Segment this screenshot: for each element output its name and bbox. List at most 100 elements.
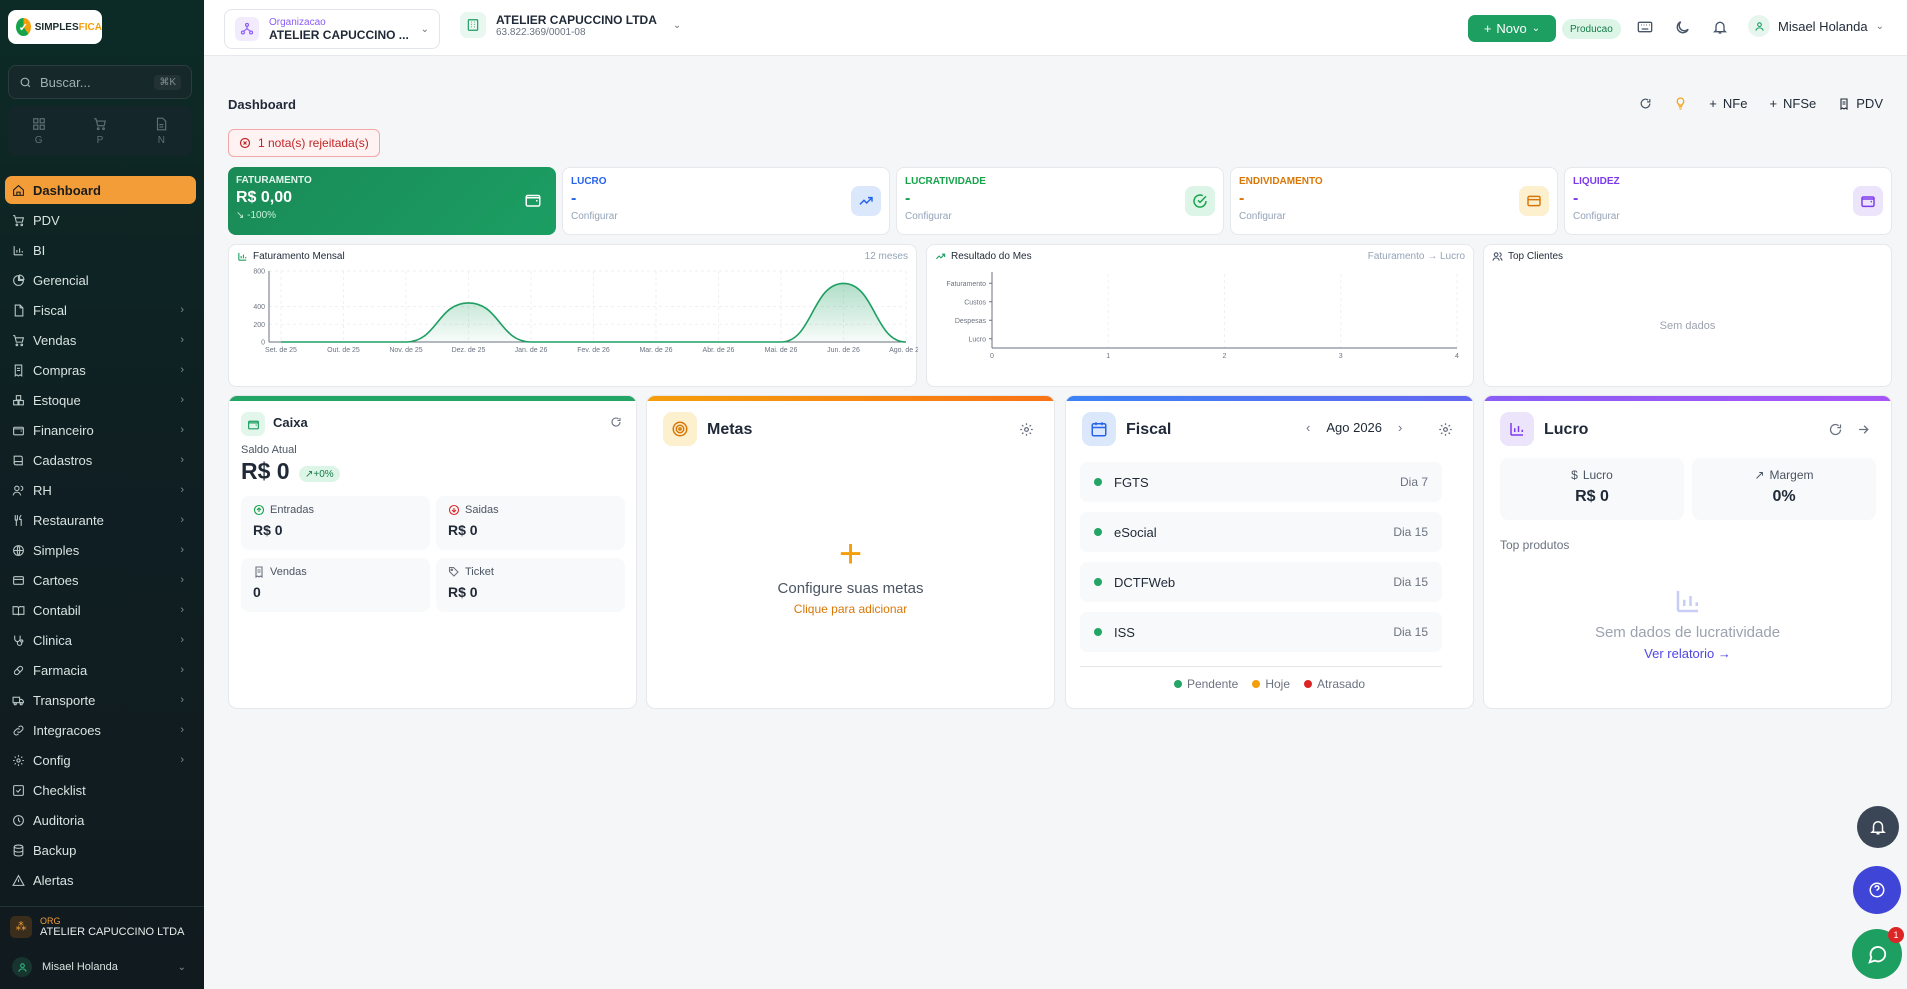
document-icon — [157, 117, 167, 130]
wallet-icon — [1853, 186, 1883, 216]
card-icon — [13, 575, 24, 585]
user-avatar-icon — [12, 957, 32, 977]
add-metas-link[interactable]: Clique para adicionar — [647, 602, 1054, 616]
company-selector[interactable]: ATELIER CAPUCCINO LTDA 63.822.369/0001-0… — [460, 12, 681, 38]
sidebar-item-label: Financeiro — [33, 422, 94, 438]
lucro-widget: Lucro $ Lucro R$ 0 ↗ Margem 0% Top produto… — [1483, 395, 1892, 709]
sidebar-item-cartoes[interactable]: Cartoes › — [5, 566, 196, 594]
metas-settings-button[interactable] — [1019, 422, 1034, 437]
sidebar-item-pdv[interactable]: PDV — [5, 206, 196, 234]
sidebar-item-farmacia[interactable]: Farmacia › — [5, 656, 196, 684]
fiscal-obligation-row[interactable]: ISS Dia 15 — [1080, 612, 1442, 652]
sidebar-user[interactable]: Misael Holanda ⌄ — [0, 952, 204, 982]
keyboard-icon[interactable] — [1637, 19, 1653, 35]
x-tick-label: Jun. de 26 — [827, 347, 860, 354]
chevron-right-icon: › — [180, 694, 184, 706]
cart-icon — [94, 117, 106, 130]
sidebar-item-contabil[interactable]: Contabil › — [5, 596, 196, 624]
sidebar-item-auditoria[interactable]: Auditoria — [5, 806, 196, 834]
sidebar-item-cadastros[interactable]: Cadastros › — [5, 446, 196, 474]
fiscal-obligation-row[interactable]: DCTFWeb Dia 15 — [1080, 562, 1442, 602]
refresh-button[interactable] — [610, 416, 622, 428]
sidebar-item-estoque[interactable]: Estoque › — [5, 386, 196, 414]
rejected-notes-alert[interactable]: 1 nota(s) rejeitada(s) — [228, 129, 380, 157]
org-icon: ⁂ — [10, 915, 32, 938]
sidebar-item-label: Simples — [33, 542, 80, 558]
sidebar-search-input[interactable]: Buscar... ⌘K — [8, 65, 192, 99]
quick-action-nota[interactable]: N — [154, 117, 168, 146]
fiscal-obligation-row[interactable]: eSocial Dia 15 — [1080, 512, 1442, 552]
sidebar-item-label: Backup — [33, 842, 77, 858]
chat-icon — [1868, 946, 1887, 964]
tips-button[interactable] — [1674, 97, 1687, 110]
fiscal-obligation-row[interactable]: FGTS Dia 7 — [1080, 462, 1442, 502]
fiscal-settings-button[interactable] — [1438, 422, 1453, 437]
sidebar-item-alertas[interactable]: Alertas — [5, 866, 196, 894]
accent-bar — [229, 396, 636, 401]
sidebar-item-simples[interactable]: Simples › — [5, 536, 196, 564]
sidebar-item-checklist[interactable]: Checklist — [5, 776, 196, 804]
nfse-button[interactable]: + NFSe — [1769, 96, 1816, 111]
kpi-faturamento[interactable]: FATURAMENTO R$ 0,00 ↘ -100% — [228, 167, 556, 235]
legend-hoje: Hoje — [1252, 677, 1290, 691]
ver-relatorio-link[interactable]: Ver relatorio → — [1484, 646, 1891, 661]
kpi-endividamento[interactable]: ENDIVIDAMENTO - Configurar — [1230, 167, 1558, 235]
sidebar-item-integracoes[interactable]: Integracoes › — [5, 716, 196, 744]
notifications-fab[interactable] — [1857, 806, 1899, 848]
organization-selector[interactable]: Organizacao ATELIER CAPUCCINO ... ⌄ — [224, 9, 440, 49]
sidebar-item-label: Vendas — [33, 332, 77, 348]
moon-icon[interactable] — [1674, 19, 1691, 36]
caixa-saidas: Saidas R$ 0 — [436, 496, 625, 550]
sidebar-item-rh[interactable]: RH › — [5, 476, 196, 504]
x-tick-label: 4 — [1455, 353, 1459, 360]
sidebar-item-config[interactable]: Config › — [5, 746, 196, 774]
sidebar-item-dashboard[interactable]: Dashboard — [5, 176, 196, 204]
x-tick-label: Mai. de 26 — [765, 347, 798, 354]
quick-action-grid[interactable]: G — [32, 117, 46, 146]
kpi-lucratividade[interactable]: LUCRATIVIDADE - Configurar — [896, 167, 1224, 235]
sidebar-item-bi[interactable]: BI — [5, 236, 196, 264]
sidebar-item-compras[interactable]: Compras › — [5, 356, 196, 384]
kpi-liquidez[interactable]: LIQUIDEZ - Configurar — [1564, 167, 1892, 235]
sidebar-item-gerencial[interactable]: Gerencial — [5, 266, 196, 294]
sidebar-item-backup[interactable]: Backup — [5, 836, 196, 864]
quick-action-pdv[interactable]: P — [93, 117, 107, 146]
chevron-right-icon: › — [180, 544, 184, 556]
sidebar-item-label: RH — [33, 482, 52, 498]
chat-fab[interactable]: 1 — [1852, 927, 1904, 979]
check-circle-icon — [1185, 186, 1215, 216]
accent-bar — [1066, 396, 1473, 401]
new-button[interactable]: + Novo ⌄ — [1468, 15, 1556, 42]
chevron-left-icon[interactable]: ‹ — [1306, 420, 1310, 435]
sidebar-item-fiscal[interactable]: Fiscal › — [5, 296, 196, 324]
x-tick-label: Ago. de 26 — [889, 347, 918, 354]
chevron-right-icon: › — [180, 664, 184, 676]
sidebar-org[interactable]: ⁂ ORG ATELIER CAPUCCINO LTDA — [0, 906, 204, 946]
sidebar-item-restaurante[interactable]: Restaurante › — [5, 506, 196, 534]
metas-empty-state[interactable]: + Configure suas metas Clique para adici… — [647, 532, 1054, 616]
pdv-button[interactable]: PDV — [1838, 96, 1883, 111]
chevron-right-icon[interactable]: › — [1398, 420, 1402, 435]
kpi-lucro[interactable]: LUCRO - Configurar — [562, 167, 890, 235]
x-tick-label: Dez. de 25 — [452, 347, 486, 354]
brand-logo[interactable]: ✓ SIMPLESFICA — [8, 10, 102, 44]
bell-icon[interactable] — [1712, 19, 1728, 35]
plus-icon: + — [1709, 96, 1717, 111]
refresh-icon — [1640, 98, 1651, 109]
receipt-icon — [255, 566, 263, 578]
refresh-button[interactable] — [1639, 97, 1652, 110]
sidebar-item-clinica[interactable]: Clinica › — [5, 626, 196, 654]
sidebar-item-financeiro[interactable]: Financeiro › — [5, 416, 196, 444]
sidebar-item-label: Compras — [33, 362, 86, 378]
y-tick-label: 200 — [253, 322, 265, 329]
lucro-open-button[interactable] — [1856, 422, 1871, 437]
nfe-button[interactable]: + NFe — [1709, 96, 1747, 111]
user-menu[interactable]: Misael Holanda ⌄ — [1748, 15, 1884, 37]
help-fab[interactable] — [1853, 866, 1901, 914]
x-tick-label: 3 — [1339, 353, 1343, 360]
sidebar-item-transporte[interactable]: Transporte › — [5, 686, 196, 714]
plus-icon: + — [838, 532, 863, 576]
fiscal-period: Ago 2026 — [1326, 420, 1383, 435]
sidebar-item-vendas[interactable]: Vendas › — [5, 326, 196, 354]
lucro-refresh-button[interactable] — [1828, 422, 1843, 437]
